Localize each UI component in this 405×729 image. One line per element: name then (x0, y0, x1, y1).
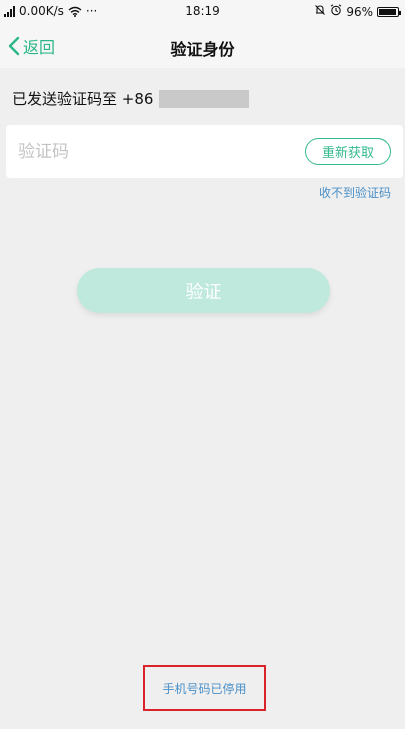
highlight-box: 手机号码已停用 (143, 665, 266, 711)
status-right: 96% (314, 4, 401, 19)
status-bar: 0.00K/s ··· 18:19 96% (0, 0, 405, 24)
code-input-row: 重新获取 (6, 125, 403, 178)
not-received-link[interactable]: 收不到验证码 (319, 184, 391, 201)
battery-percent: 96% (346, 4, 373, 19)
phone-stopped-link[interactable]: 手机号码已停用 (145, 680, 264, 697)
page-title: 验证身份 (170, 40, 235, 59)
battery-icon (377, 6, 401, 17)
resend-code-button[interactable]: 重新获取 (305, 138, 391, 165)
nav-bar: 返回 验证身份 (0, 24, 405, 68)
battery-fill (379, 8, 397, 15)
verification-code-input[interactable] (18, 137, 288, 167)
bell-off-icon (314, 4, 326, 19)
sent-info: 已发送验证码至 +86 (12, 88, 250, 109)
verify-button[interactable]: 验证 (77, 268, 330, 313)
sent-info-text: 已发送验证码至 +86 (12, 90, 154, 108)
masked-phone-number (159, 89, 250, 108)
alarm-icon (330, 4, 342, 19)
